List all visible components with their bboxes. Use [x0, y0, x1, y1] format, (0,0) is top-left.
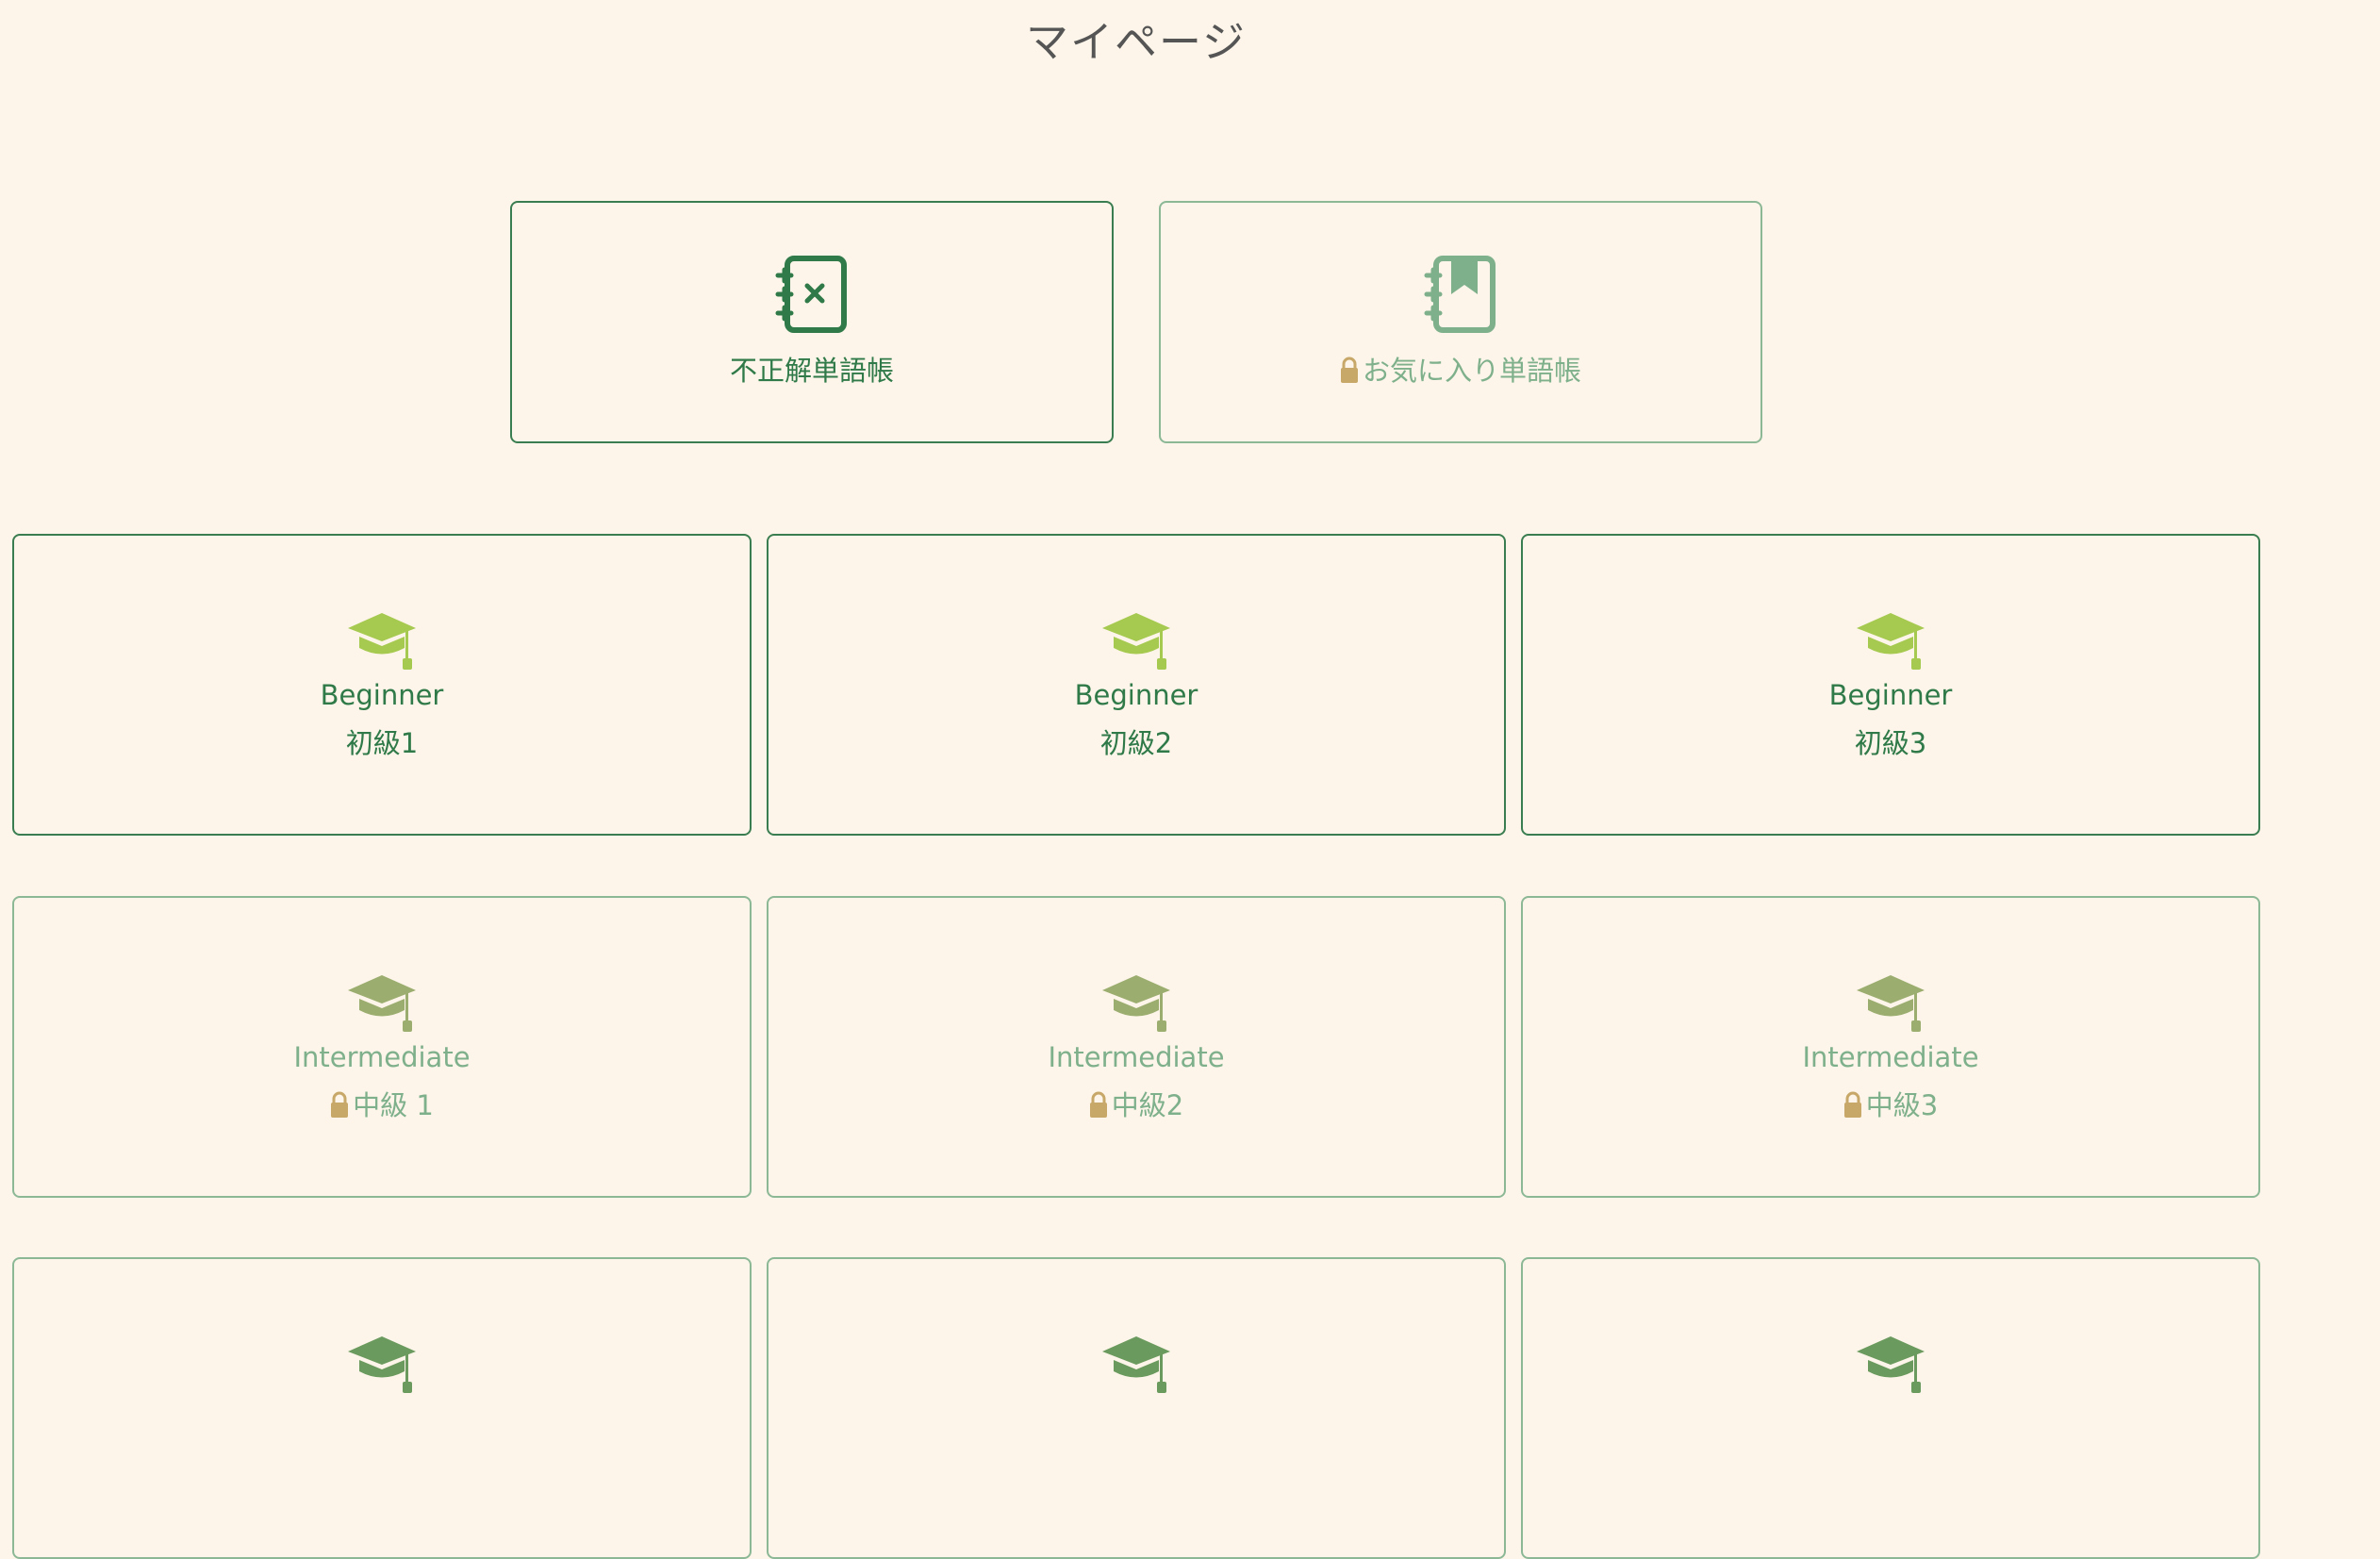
level-japanese-label: 初級3	[1854, 727, 1927, 759]
graduation-cap-icon	[346, 613, 418, 673]
level-english-label: Intermediate	[293, 1041, 471, 1073]
level-card-intermediate-2[interactable]: Intermediate 中級2	[767, 896, 1506, 1198]
graduation-cap-icon	[1855, 1336, 1926, 1397]
book-label: 不正解単語帳	[729, 355, 894, 387]
graduation-cap-icon	[1100, 975, 1172, 1036]
graduation-cap-icon	[1855, 975, 1926, 1036]
level-card-row3-3[interactable]	[1521, 1257, 2260, 1559]
level-card-intermediate-3[interactable]: Intermediate 中級3	[1521, 896, 2260, 1198]
level-japanese-label: 中級2	[1111, 1089, 1184, 1121]
level-japanese-label: 初級1	[345, 727, 419, 759]
level-english-label: Beginner	[320, 679, 444, 711]
level-japanese-label: 初級2	[1099, 727, 1173, 759]
level-english-label: Beginner	[1074, 679, 1198, 711]
level-card-beginner-2[interactable]: Beginner 初級2	[767, 534, 1506, 836]
level-english-label: Intermediate	[1048, 1041, 1225, 1073]
graduation-cap-icon	[346, 975, 418, 1036]
lock-icon	[1340, 356, 1359, 390]
page-title: マイページ	[1025, 17, 1248, 67]
graduation-cap-icon	[346, 1336, 418, 1397]
level-japanese-label: 中級 1	[353, 1089, 434, 1121]
graduation-cap-icon	[1100, 1336, 1172, 1397]
level-card-beginner-1[interactable]: Beginner 初級1	[12, 534, 752, 836]
graduation-cap-icon	[1100, 613, 1172, 673]
lock-icon	[1089, 1090, 1108, 1125]
lock-icon	[1843, 1090, 1862, 1125]
book-label: お気に入り単語帳	[1362, 355, 1581, 387]
level-english-label: Intermediate	[1802, 1041, 1979, 1073]
notebook-x-icon	[774, 256, 850, 338]
level-card-row3-2[interactable]	[767, 1257, 1506, 1559]
bookmark-notebook-icon	[1423, 256, 1498, 338]
graduation-cap-icon	[1855, 613, 1926, 673]
wrong-words-notebook-card[interactable]: 不正解単語帳	[510, 201, 1114, 443]
level-english-label: Beginner	[1828, 679, 1953, 711]
level-japanese-label: 中級3	[1865, 1089, 1939, 1121]
lock-icon	[330, 1090, 349, 1125]
level-card-beginner-3[interactable]: Beginner 初級3	[1521, 534, 2260, 836]
level-card-intermediate-1[interactable]: Intermediate 中級 1	[12, 896, 752, 1198]
level-card-row3-1[interactable]	[12, 1257, 752, 1559]
favorite-words-notebook-card[interactable]: お気に入り単語帳	[1159, 201, 1762, 443]
